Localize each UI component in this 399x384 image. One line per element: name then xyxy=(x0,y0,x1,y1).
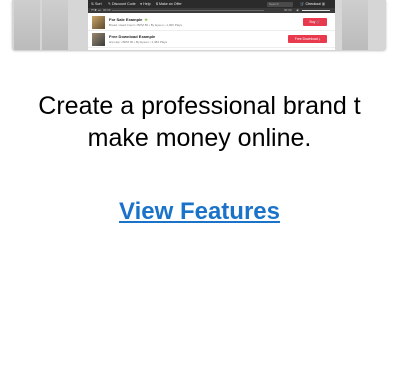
download-icon: ⤓ xyxy=(318,37,321,41)
cta-container: View Features xyxy=(0,198,399,226)
sort-label: Sort xyxy=(95,2,102,6)
playback-controls[interactable]: ⏮ ▶ ⏭ xyxy=(91,8,101,13)
page: ⇅ Sort ✎ Discount Code ● Help $ Make an … xyxy=(0,0,399,384)
background-photo xyxy=(14,0,40,50)
track-title-text: For Sale Example xyxy=(109,17,143,22)
view-features-link[interactable]: View Features xyxy=(119,198,280,225)
free-download-button[interactable]: Free Download ⤓ xyxy=(288,35,327,43)
star-icon: ★ xyxy=(144,17,148,22)
player-toolbar: ⇅ Sort ✎ Discount Code ● Help $ Make an … xyxy=(88,0,335,8)
buy-button[interactable]: Buy 🛒 xyxy=(303,18,327,26)
volume-icon[interactable]: ◀ xyxy=(296,8,298,13)
player-screenshot: ⇅ Sort ✎ Discount Code ● Help $ Make an … xyxy=(12,0,386,50)
elapsed-time: 00:00 xyxy=(103,8,111,12)
discount-code-button[interactable]: ✎ Discount Code xyxy=(108,0,136,8)
track-artwork xyxy=(92,33,105,46)
tagline: Create a professional brand t make money… xyxy=(0,90,399,154)
background-photo xyxy=(342,0,368,50)
track-artwork xyxy=(92,16,105,29)
track-meta: Hip Hop • BPM 90 • By Eyeon • 1,484 Play… xyxy=(109,40,168,44)
player-panel: ⇅ Sort ✎ Discount Code ● Help $ Make an … xyxy=(88,0,335,50)
help-button[interactable]: ● Help xyxy=(140,0,151,8)
checkout-label: Checkout xyxy=(305,2,321,6)
sort-button[interactable]: ⇅ Sort xyxy=(91,0,102,8)
tagline-line-2: make money online. xyxy=(87,124,312,152)
checkout-button[interactable]: 🛒 Checkout 0 xyxy=(300,0,326,8)
progress-bar[interactable] xyxy=(112,10,264,11)
background-photo xyxy=(42,0,68,50)
help-label: Help xyxy=(143,2,151,6)
buy-label: Buy xyxy=(309,20,316,24)
total-time: 00:00 xyxy=(284,8,292,12)
track-meta: Bread, Head Count • BPM 80 • By Eyeon • … xyxy=(109,23,183,27)
tagline-line-1: Create a professional brand t xyxy=(38,92,361,120)
player-bar: ⏮ ▶ ⏭ 00:00 00:00 ◀ xyxy=(88,8,335,13)
volume-slider[interactable] xyxy=(302,10,330,11)
make-offer-button[interactable]: $ Make an Offer xyxy=(156,0,182,8)
discount-label: Discount Code xyxy=(112,2,136,6)
search-input[interactable]: Search xyxy=(267,1,293,7)
cart-count-badge: 0 xyxy=(321,2,326,6)
track-title: For Sale Example ★ xyxy=(109,17,148,22)
track-row[interactable]: Free Download Example Hip Hop • BPM 90 •… xyxy=(88,32,335,48)
track-row[interactable]: For Sale Example ★ Bread, Head Count • BP… xyxy=(88,15,335,31)
track-title: Free Download Example xyxy=(109,34,156,39)
cart-icon: 🛒 xyxy=(316,20,321,24)
offer-label: Make an Offer xyxy=(159,2,182,6)
free-download-label: Free Download xyxy=(294,37,318,41)
